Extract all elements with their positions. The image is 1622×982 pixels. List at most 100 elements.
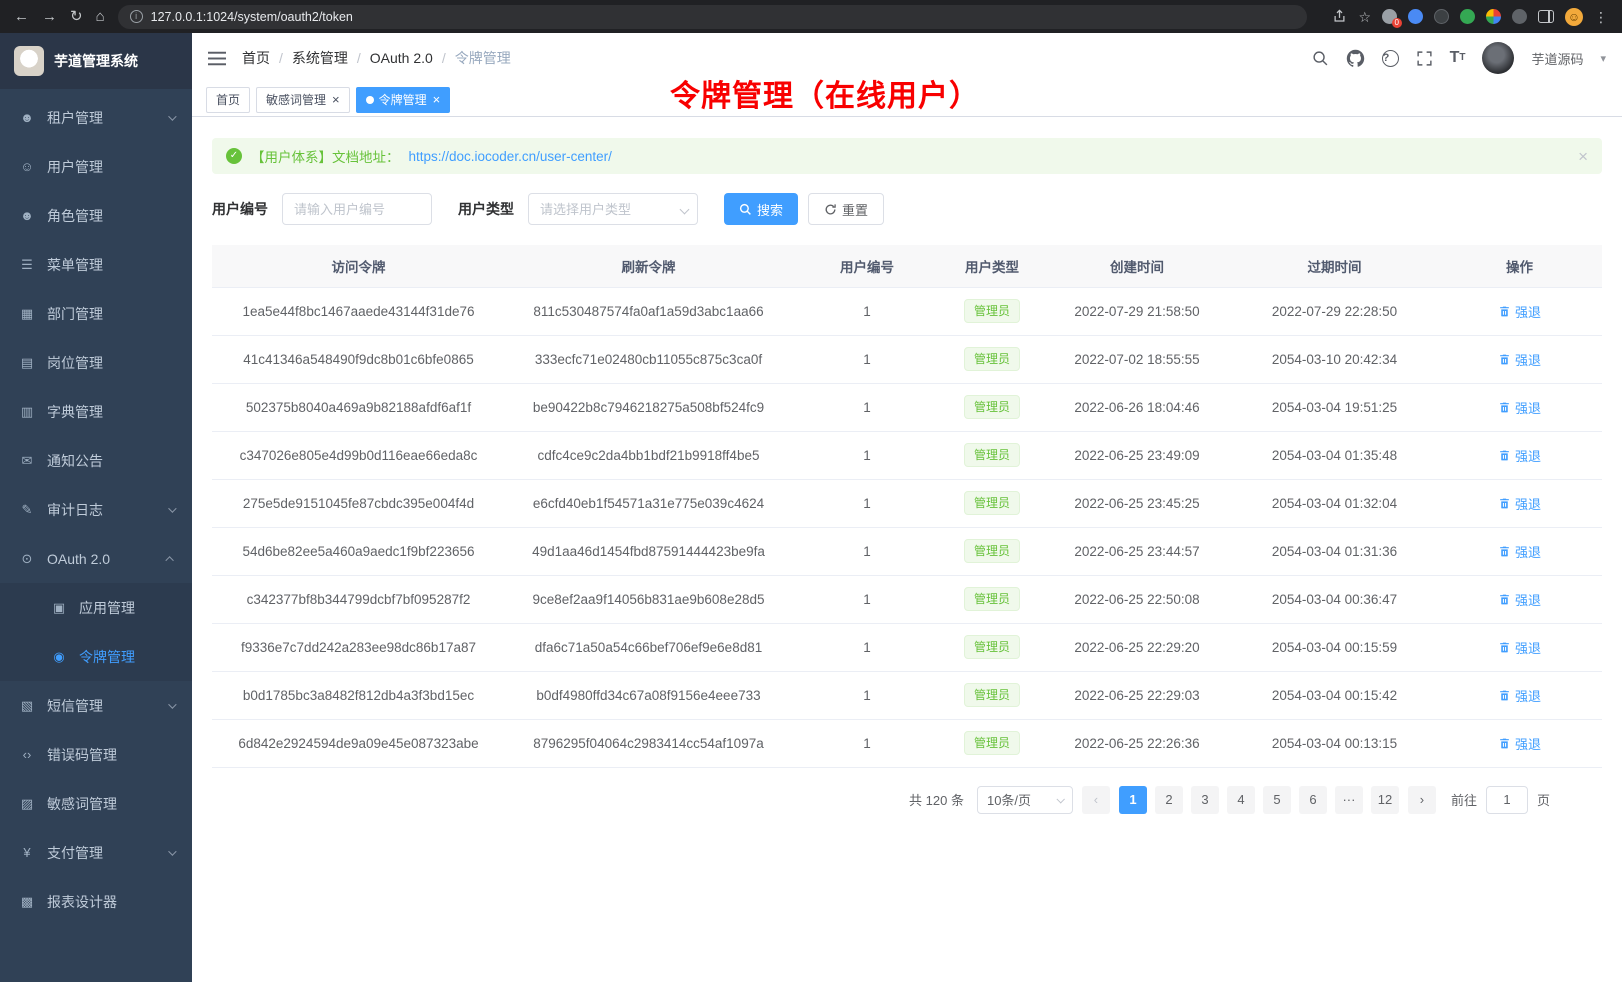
app-logo[interactable]: 芋道管理系统 bbox=[0, 33, 192, 89]
page-button-2[interactable]: 2 bbox=[1155, 786, 1183, 814]
sidebar-item-user[interactable]: ☺ 用户管理 bbox=[0, 142, 192, 191]
user-type-tag: 管理员 bbox=[964, 443, 1020, 467]
help-icon[interactable]: ? bbox=[1382, 50, 1399, 67]
sidebar-item-role[interactable]: ☻ 角色管理 bbox=[0, 191, 192, 240]
reset-button-label: 重置 bbox=[842, 200, 868, 219]
breadcrumb-item[interactable]: 首页 bbox=[242, 48, 270, 68]
sidebar-item-pay[interactable]: ¥ 支付管理 bbox=[0, 828, 192, 877]
extension-icon-3[interactable] bbox=[1434, 9, 1449, 24]
menu-item-label: 支付管理 bbox=[47, 843, 162, 863]
cell-access-token: c342377bf8b344799dcbf7bf095287f2 bbox=[212, 575, 505, 623]
page-button-4[interactable]: 4 bbox=[1227, 786, 1255, 814]
dept-icon: ▦ bbox=[18, 306, 36, 322]
extensions-puzzle-icon[interactable] bbox=[1486, 9, 1501, 24]
share-icon[interactable] bbox=[1332, 8, 1347, 26]
pagination-ellipsis[interactable]: ··· bbox=[1335, 786, 1363, 814]
tab-token[interactable]: 令牌管理 × bbox=[356, 87, 451, 113]
sidebar-item-sms[interactable]: ▧ 短信管理 bbox=[0, 681, 192, 730]
cell-expire-time: 2054-03-04 01:35:48 bbox=[1232, 431, 1437, 479]
doc-link[interactable]: https://doc.iocoder.cn/user-center/ bbox=[409, 149, 612, 164]
menu-item-label: 令牌管理 bbox=[79, 647, 174, 667]
user-avatar[interactable] bbox=[1482, 42, 1514, 74]
cell-actions: 强退 bbox=[1437, 575, 1602, 623]
next-page-button[interactable]: › bbox=[1408, 786, 1436, 814]
sidebar-item-menu[interactable]: ☰ 菜单管理 bbox=[0, 240, 192, 289]
font-size-icon[interactable]: TT bbox=[1450, 50, 1466, 66]
force-logout-button[interactable]: 强退 bbox=[1498, 542, 1541, 561]
breadcrumb-item[interactable]: 系统管理 bbox=[292, 48, 348, 68]
extension-icon-5[interactable] bbox=[1512, 9, 1527, 24]
sidebar-toggle-icon[interactable] bbox=[208, 51, 226, 66]
dropdown-caret-icon[interactable]: ▾ bbox=[1600, 52, 1606, 65]
reset-button[interactable]: 重置 bbox=[808, 193, 884, 225]
sidebar-item-report-designer[interactable]: ▩ 报表设计器 bbox=[0, 877, 192, 926]
sidebar-item-oauth2[interactable]: ⊙ OAuth 2.0 bbox=[0, 534, 192, 583]
force-logout-button[interactable]: 强退 bbox=[1498, 350, 1541, 369]
sidebar-item-oauth2-token[interactable]: ◉ 令牌管理 bbox=[0, 632, 192, 681]
page-button-1[interactable]: 1 bbox=[1119, 786, 1147, 814]
search-button[interactable]: 搜索 bbox=[724, 193, 798, 225]
force-logout-button[interactable]: 强退 bbox=[1498, 398, 1541, 417]
force-logout-button[interactable]: 强退 bbox=[1498, 446, 1541, 465]
force-logout-label: 强退 bbox=[1515, 638, 1541, 657]
github-icon[interactable] bbox=[1346, 49, 1365, 68]
page-button-12[interactable]: 12 bbox=[1371, 786, 1399, 814]
sidebar-item-oauth2-app[interactable]: ▣ 应用管理 bbox=[0, 583, 192, 632]
page-button-3[interactable]: 3 bbox=[1191, 786, 1219, 814]
browser-menu-icon[interactable]: ⋮ bbox=[1594, 10, 1608, 24]
sidebar-item-audit-log[interactable]: ✎ 审计日志 bbox=[0, 485, 192, 534]
side-panel-icon[interactable] bbox=[1538, 10, 1554, 23]
sidebar-item-dept[interactable]: ▦ 部门管理 bbox=[0, 289, 192, 338]
tab-close-icon[interactable]: × bbox=[332, 93, 340, 106]
tab-label: 首页 bbox=[216, 91, 240, 108]
tab-sensitive-words[interactable]: 敏感词管理 × bbox=[256, 87, 350, 113]
force-logout-button[interactable]: 强退 bbox=[1498, 494, 1541, 513]
force-logout-button[interactable]: 强退 bbox=[1498, 686, 1541, 705]
tab-active-dot bbox=[366, 96, 374, 104]
cell-user-id: 1 bbox=[792, 479, 942, 527]
cell-refresh-token: 811c530487574fa0af1a59d3abc1aa66 bbox=[505, 287, 792, 335]
sidebar-item-post[interactable]: ▤ 岗位管理 bbox=[0, 338, 192, 387]
force-logout-button[interactable]: 强退 bbox=[1498, 638, 1541, 657]
tab-close-icon[interactable]: × bbox=[433, 93, 441, 106]
sidebar-item-sensitive-word[interactable]: ▨ 敏感词管理 bbox=[0, 779, 192, 828]
browser-profile-avatar[interactable]: ☺ bbox=[1565, 8, 1583, 26]
sidebar-item-tenant[interactable]: ☻ 租户管理 bbox=[0, 93, 192, 142]
alert-close-icon[interactable]: × bbox=[1578, 148, 1588, 165]
user-id-input[interactable] bbox=[282, 193, 432, 225]
bookmark-star-icon[interactable]: ☆ bbox=[1358, 10, 1371, 24]
breadcrumb-item[interactable]: OAuth 2.0 bbox=[370, 50, 433, 66]
forward-icon[interactable]: → bbox=[42, 9, 57, 24]
sidebar-item-error-code[interactable]: ‹› 错误码管理 bbox=[0, 730, 192, 779]
page-button-5[interactable]: 5 bbox=[1263, 786, 1291, 814]
column-header: 用户编号 bbox=[792, 245, 942, 287]
goto-page-input[interactable] bbox=[1486, 786, 1528, 814]
tab-home[interactable]: 首页 bbox=[206, 87, 250, 113]
force-logout-button[interactable]: 强退 bbox=[1498, 302, 1541, 321]
cell-access-token: f9336e7c7dd242a283ee98dc86b17a87 bbox=[212, 623, 505, 671]
page-size-select[interactable]: 10条/页 bbox=[977, 786, 1073, 814]
site-info-icon[interactable]: i bbox=[130, 10, 143, 23]
force-logout-button[interactable]: 强退 bbox=[1498, 590, 1541, 609]
sidebar-item-dict[interactable]: ▥ 字典管理 bbox=[0, 387, 192, 436]
chevron-down-icon bbox=[168, 847, 176, 855]
user-name[interactable]: 芋道源码 bbox=[1531, 49, 1583, 68]
search-icon[interactable] bbox=[1312, 50, 1329, 67]
page-button-6[interactable]: 6 bbox=[1299, 786, 1327, 814]
prev-page-button[interactable]: ‹ bbox=[1082, 786, 1110, 814]
extension-icon-4[interactable] bbox=[1460, 9, 1475, 24]
extension-icon-2[interactable] bbox=[1408, 9, 1423, 24]
extension-icon-1[interactable]: 0 bbox=[1382, 9, 1397, 24]
user-type-select-input[interactable] bbox=[528, 193, 698, 225]
sidebar-item-notice[interactable]: ✉ 通知公告 bbox=[0, 436, 192, 485]
force-logout-button[interactable]: 强退 bbox=[1498, 734, 1541, 753]
user-type-select[interactable] bbox=[528, 193, 698, 225]
home-icon[interactable]: ⌂ bbox=[96, 9, 105, 24]
fullscreen-icon[interactable] bbox=[1416, 50, 1433, 67]
cell-user-type: 管理员 bbox=[942, 335, 1042, 383]
page-size-value: 10条/页 bbox=[987, 790, 1031, 809]
back-icon[interactable]: ← bbox=[14, 9, 29, 24]
url-bar[interactable]: i 127.0.0.1:1024/system/oauth2/token bbox=[118, 5, 1308, 29]
reload-icon[interactable]: ↻ bbox=[70, 9, 83, 24]
page-content: ✓ 【用户体系】文档地址： https://doc.iocoder.cn/use… bbox=[192, 117, 1622, 982]
